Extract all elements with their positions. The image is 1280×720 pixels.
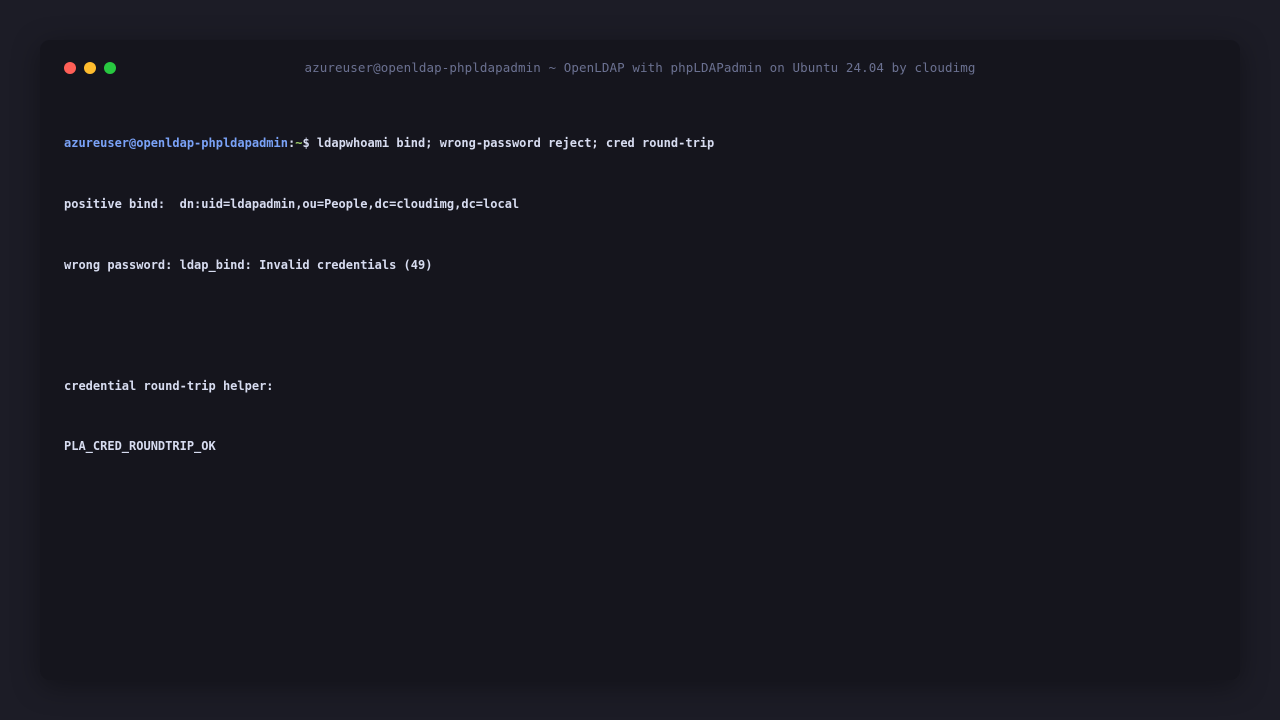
terminal-output[interactable]: azureuser@openldap-phpldapadmin:~$ ldapw…	[64, 93, 1214, 497]
output-line: positive bind: dn:uid=ldapadmin,ou=Peopl…	[64, 197, 520, 211]
terminal-window: azureuser@openldap-phpldapadmin ~ OpenLD…	[40, 40, 1240, 680]
output-line: credential round-trip helper:	[64, 378, 274, 393]
prompt-symbol: $	[302, 136, 317, 151]
window-titlebar[interactable]: azureuser@openldap-phpldapadmin ~ OpenLD…	[40, 40, 1240, 96]
prompt-user-host: azureuser@openldap-phpldapadmin	[64, 136, 288, 151]
command-line: azureuser@openldap-phpldapadmin:~$ ldapw…	[64, 133, 1214, 153]
output-line: PLA_CRED_ROUNDTRIP_OK	[64, 439, 216, 454]
window-title: azureuser@openldap-phpldapadmin ~ OpenLD…	[304, 60, 976, 75]
output-line: wrong password: ldap_bind: Invalid crede…	[64, 257, 433, 272]
command-text: ldapwhoami bind; wrong-password reject; …	[316, 136, 715, 151]
